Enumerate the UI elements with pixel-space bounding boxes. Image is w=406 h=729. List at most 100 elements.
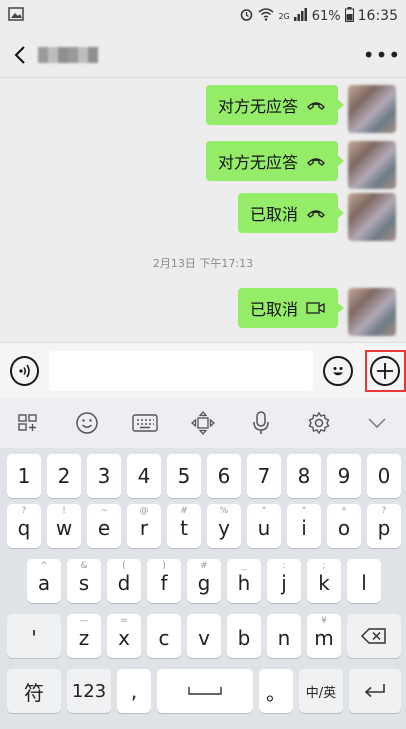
keyboard-layout-button[interactable] — [9, 403, 49, 443]
key-k[interactable]: ; k — [307, 559, 341, 603]
input-bar — [0, 342, 406, 398]
key-7[interactable]: 7 — [247, 454, 281, 498]
plus-icon — [377, 362, 394, 379]
my-avatar[interactable] — [348, 85, 396, 133]
voice-input-button[interactable] — [10, 355, 40, 386]
four-way-arrow-icon — [191, 411, 215, 435]
collapse-keyboard-button[interactable] — [357, 403, 397, 443]
key-p[interactable]: ? p — [367, 504, 401, 548]
message-text: 对方无应答 — [217, 153, 298, 172]
message-text: 对方无应答 — [217, 97, 298, 116]
message-row: 对方无应答 — [205, 141, 396, 189]
letter-row-2: ^ a & s (d ) f # g _ h :j ; k l — [0, 559, 406, 603]
chat-area[interactable]: 对方无应答 对方无应答 已取消 2月13日 下午17:13 已取消 — [0, 79, 406, 342]
keyboard-toolbar — [0, 398, 406, 448]
voice-typing-button[interactable] — [241, 403, 281, 443]
key-j[interactable]: :j — [267, 559, 301, 603]
key-a[interactable]: ^ a — [27, 559, 61, 603]
my-avatar[interactable] — [348, 288, 396, 336]
microphone-icon — [253, 411, 269, 434]
keyboard-settings-button[interactable] — [299, 403, 339, 443]
cursor-move-button[interactable] — [183, 403, 223, 443]
more-functions-button[interactable] — [370, 355, 401, 386]
key-o[interactable]: * o — [327, 504, 361, 548]
smiley-outline-icon — [76, 412, 98, 434]
battery-percent: 61% — [311, 8, 341, 24]
image-notification-icon — [8, 7, 24, 25]
key-9[interactable]: 9 — [327, 454, 361, 498]
key-i[interactable]: " i — [287, 504, 321, 548]
number-mode-key[interactable]: 123 — [67, 669, 111, 713]
key-w[interactable]: ! w — [47, 504, 81, 548]
enter-key[interactable] — [349, 669, 401, 713]
key-8[interactable]: 8 — [287, 454, 321, 498]
more-dots-icon: ••• — [362, 42, 402, 67]
key-h[interactable]: _ h — [227, 559, 261, 603]
symbol-key[interactable]: 符 — [7, 669, 61, 713]
message-row: 对方无应答 — [205, 85, 396, 133]
keyboard: 1 2 3 4 5 6 7 8 9 0 ? q ! w ~ e @ r # t % y " u… — [0, 448, 406, 729]
key-c[interactable]: c — [147, 614, 181, 658]
key-e[interactable]: ~ e — [87, 504, 121, 548]
message-bubble[interactable]: 对方无应答 — [205, 141, 345, 181]
language-switch-key[interactable]: 中/英 — [299, 669, 343, 713]
my-avatar[interactable] — [348, 193, 396, 241]
contact-name-blurred — [38, 46, 98, 63]
backspace-key[interactable] — [347, 614, 401, 658]
key-apostrophe[interactable]: ' — [7, 614, 61, 658]
message-bubble[interactable]: 对方无应答 — [205, 85, 345, 125]
key-m[interactable]: ¥ m — [307, 614, 341, 658]
key-q[interactable]: ? q — [7, 504, 41, 548]
message-timestamp: 2月13日 下午17:13 — [152, 257, 254, 270]
alarm-icon — [239, 7, 254, 26]
number-row: 1 2 3 4 5 6 7 8 9 0 — [0, 454, 406, 498]
emoji-button[interactable] — [323, 355, 353, 386]
smiley-icon — [333, 366, 344, 375]
voice-wave-icon — [19, 364, 30, 377]
chevron-down-icon — [368, 418, 386, 428]
key-b[interactable]: b — [227, 614, 261, 658]
message-text: 已取消 — [249, 205, 298, 224]
key-l[interactable]: l — [347, 559, 381, 603]
key-f[interactable]: ) f — [147, 559, 181, 603]
key-d[interactable]: (d — [107, 559, 141, 603]
more-options-button[interactable]: ••• — [358, 32, 406, 78]
key-3[interactable]: 3 — [87, 454, 121, 498]
message-row: 已取消 — [237, 288, 396, 336]
key-6[interactable]: 6 — [207, 454, 241, 498]
key-v[interactable]: v — [187, 614, 221, 658]
my-avatar[interactable] — [348, 141, 396, 189]
signal-icon — [293, 7, 308, 25]
battery-icon — [344, 6, 354, 26]
grid-plus-icon — [18, 414, 37, 431]
period-key[interactable]: 。 — [259, 669, 293, 713]
space-key[interactable] — [157, 669, 253, 713]
key-x[interactable]: = x — [107, 614, 141, 658]
chat-header: ••• — [0, 32, 406, 78]
message-text: 已取消 — [249, 300, 298, 319]
key-2[interactable]: 2 — [47, 454, 81, 498]
key-u[interactable]: " u — [247, 504, 281, 548]
key-r[interactable]: @ r — [127, 504, 161, 548]
letter-row-1: ? q ! w ~ e @ r # t % y " u " i * o ? p — [0, 504, 406, 548]
enter-return-icon — [364, 684, 385, 698]
message-bubble[interactable]: 已取消 — [237, 193, 345, 233]
keyboard-switch-button[interactable] — [125, 403, 165, 443]
comma-key[interactable]: , — [117, 669, 151, 713]
network-type-label: 2G — [278, 11, 290, 21]
key-4[interactable]: 4 — [127, 454, 161, 498]
key-z[interactable]: — z — [67, 614, 101, 658]
key-5[interactable]: 5 — [167, 454, 201, 498]
message-input[interactable] — [49, 350, 314, 391]
gear-icon — [308, 411, 330, 435]
key-t[interactable]: # t — [167, 504, 201, 548]
key-s[interactable]: & s — [67, 559, 101, 603]
back-button[interactable] — [0, 32, 40, 78]
key-n[interactable]: n — [267, 614, 301, 658]
message-bubble[interactable]: 已取消 — [237, 288, 345, 328]
key-g[interactable]: # g — [187, 559, 221, 603]
key-0[interactable]: 0 — [367, 454, 401, 498]
key-1[interactable]: 1 — [7, 454, 41, 498]
keyboard-emoji-button[interactable] — [67, 403, 107, 443]
key-y[interactable]: % y — [207, 504, 241, 548]
